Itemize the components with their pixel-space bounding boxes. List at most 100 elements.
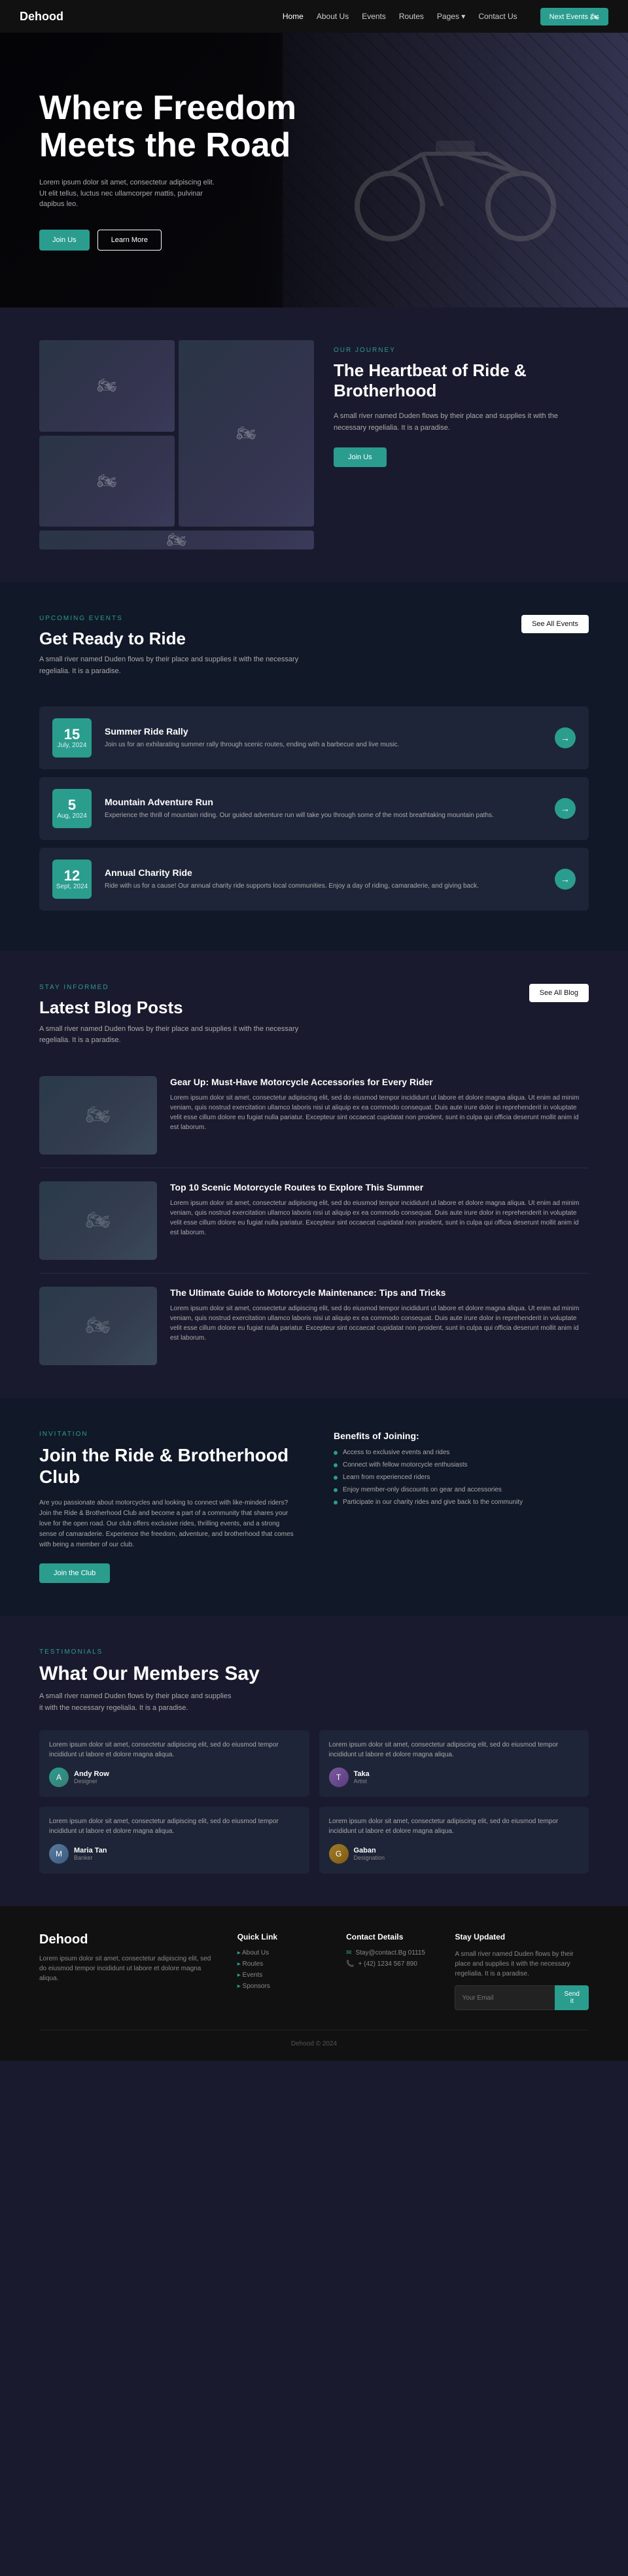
author-info-2: Taka Artist [354,1770,370,1784]
testimonials-col-2: Lorem ipsum dolor sit amet, consectetur … [319,1730,589,1873]
hero-section: Where Freedom Meets the Road Lorem ipsum… [0,33,628,307]
footer-link-sponsors[interactable]: Sponsors [237,1983,326,1990]
footer-newsletter-title: Stay Updated [455,1932,589,1941]
nav-contact[interactable]: Contact Us [478,12,517,21]
about-section: 🏍 🏍 🏍 🏍 Our Journey The Heartbeat of Rid… [0,307,628,582]
author-info-4: Gaban Designation [354,1847,385,1861]
footer-link-about[interactable]: About Us [237,1949,326,1957]
event-date-1: 15 July, 2024 [52,718,92,757]
about-image-1: 🏍 [39,340,175,432]
benefit-3: Learn from experienced riders [334,1474,589,1481]
nav-events[interactable]: Events [362,12,386,21]
author-avatar-1: A [49,1767,69,1787]
nav-logo: Dehood [20,10,63,24]
events-see-all-button[interactable]: See All Events [521,615,589,633]
testimonials-subtitle: A small river named Duden flows by their… [39,1691,236,1714]
about-label: Our Journey [334,347,589,354]
events-subtitle: A small river named Duden flows by their… [39,654,301,677]
nav-routes[interactable]: Routes [399,12,424,21]
events-section: Upcoming Events Get Ready to Ride A smal… [0,582,628,951]
blog-header: Stay Informed Latest Blog Posts A small … [39,984,589,1059]
join-right: Benefits of Joining: Access to exclusive… [334,1431,589,1583]
author-avatar-4: G [329,1844,349,1864]
navbar: Dehood Home About Us Events Routes Pages… [0,0,628,33]
hero-join-button[interactable]: Join Us [39,230,90,251]
testimonial-author-1: A Andy Row Designer [49,1767,300,1787]
about-title: The Heartbeat of Ride & Brotherhood [334,360,589,401]
nav-pages[interactable]: Pages ▾ [437,12,465,21]
blog-label: Stay Informed [39,984,301,991]
event-arrow-2[interactable]: → [555,798,576,819]
hero-subtitle: Lorem ipsum dolor sit amet, consectetur … [39,177,222,210]
blog-header-left: Stay Informed Latest Blog Posts A small … [39,984,301,1059]
events-title: Get Ready to Ride [39,629,301,649]
blog-section: Stay Informed Latest Blog Posts A small … [0,951,628,1397]
about-image-3: 🏍 [39,436,175,527]
testimonial-card-3: Lorem ipsum dolor sit amet, consectetur … [39,1807,309,1873]
testimonials-section: Testimonials What Our Members Say A smal… [0,1616,628,1906]
testimonial-author-4: G Gaban Designation [329,1844,580,1864]
page-wrapper: Dehood Home About Us Events Routes Pages… [0,0,628,2061]
events-header: Upcoming Events Get Ready to Ride A smal… [39,615,589,690]
benefit-1: Access to exclusive events and rides [334,1449,589,1456]
benefits-title: Benefits of Joining: [334,1431,589,1441]
footer-link-routes[interactable]: Routes [237,1960,326,1968]
footer-desc: Lorem ipsum dolor sit amet, consectetur … [39,1954,218,1983]
event-info-2: Mountain Adventure Run Experience the th… [105,797,542,820]
event-date-3: 12 Sept, 2024 [52,860,92,899]
blog-see-all-button[interactable]: See All Blog [529,984,589,1002]
about-image-4: 🏍 [39,531,314,549]
testimonial-card-4: Lorem ipsum dolor sit amet, consectetur … [319,1807,589,1873]
blog-card-2: 🏍 Top 10 Scenic Motorcycle Routes to Exp… [39,1181,589,1274]
about-content: Our Journey The Heartbeat of Ride & Brot… [334,340,589,549]
blog-image-2: 🏍 [39,1181,157,1260]
nav-cta-button[interactable]: Next Events 🏍 [540,8,608,26]
footer-link-events[interactable]: Events [237,1972,326,1979]
join-left: Invitation Join the Ride & Brotherhood C… [39,1431,294,1583]
hero-learn-button[interactable]: Learn More [97,230,162,251]
footer-contact-phone: 📞 + (42) 1234 567 890 [346,1960,435,1968]
nav-home[interactable]: Home [283,12,304,21]
author-info-3: Maria Tan Banker [74,1847,107,1861]
event-card-1: 15 July, 2024 Summer Ride Rally Join us … [39,706,589,769]
blog-content-2: Top 10 Scenic Motorcycle Routes to Explo… [170,1181,589,1260]
hero-title: Where Freedom Meets the Road [39,90,296,164]
blog-card-3: 🏍 The Ultimate Guide to Motorcycle Maint… [39,1287,589,1365]
footer-brand: Dehood Lorem ipsum dolor sit amet, conse… [39,1932,218,2010]
join-club-button[interactable]: Join the Club [39,1563,110,1583]
benefit-4: Enjoy member-only discounts on gear and … [334,1486,589,1493]
about-join-button[interactable]: Join Us [334,447,387,467]
benefit-5: Participate in our charity rides and giv… [334,1499,589,1506]
blog-image-3: 🏍 [39,1287,157,1365]
event-arrow-1[interactable]: → [555,727,576,748]
author-info-1: Andy Row Designer [74,1770,109,1784]
events-header-left: Upcoming Events Get Ready to Ride A smal… [39,615,301,690]
testimonials-title: What Our Members Say [39,1662,589,1686]
events-list: 15 July, 2024 Summer Ride Rally Join us … [39,706,589,911]
newsletter-email-input[interactable] [455,1985,555,2010]
testimonial-card-2: Lorem ipsum dolor sit amet, consectetur … [319,1730,589,1797]
hero-buttons: Join Us Learn More [39,230,296,251]
blog-subtitle: A small river named Duden flows by their… [39,1024,301,1047]
footer-grid: Dehood Lorem ipsum dolor sit amet, conse… [39,1932,589,2010]
about-image-2: 🏍 [179,340,314,527]
footer: Dehood Lorem ipsum dolor sit amet, conse… [0,1906,628,2061]
phone-icon: 📞 [346,1960,354,1968]
event-info-3: Annual Charity Ride Ride with us for a c… [105,867,542,891]
nav-about[interactable]: About Us [317,12,349,21]
benefits-list: Access to exclusive events and rides Con… [334,1449,589,1506]
footer-bottom: Dehood © 2024 [39,2030,589,2047]
join-section: Invitation Join the Ride & Brotherhood C… [0,1398,628,1616]
testimonials-grid: Lorem ipsum dolor sit amet, consectetur … [39,1730,589,1873]
footer-newsletter-text: A small river named Duden flows by their… [455,1949,589,1979]
blog-content-3: The Ultimate Guide to Motorcycle Mainten… [170,1287,589,1365]
blog-title: Latest Blog Posts [39,998,301,1018]
testimonial-card-1: Lorem ipsum dolor sit amet, consectetur … [39,1730,309,1797]
event-card-3: 12 Sept, 2024 Annual Charity Ride Ride w… [39,848,589,911]
footer-newsletter: Stay Updated A small river named Duden f… [455,1932,589,2010]
blog-content-1: Gear Up: Must-Have Motorcycle Accessorie… [170,1076,589,1155]
newsletter-submit-button[interactable]: Send it [555,1985,589,2010]
event-arrow-3[interactable]: → [555,869,576,890]
footer-contact-title: Contact Details [346,1932,435,1941]
join-label: Invitation [39,1431,294,1438]
